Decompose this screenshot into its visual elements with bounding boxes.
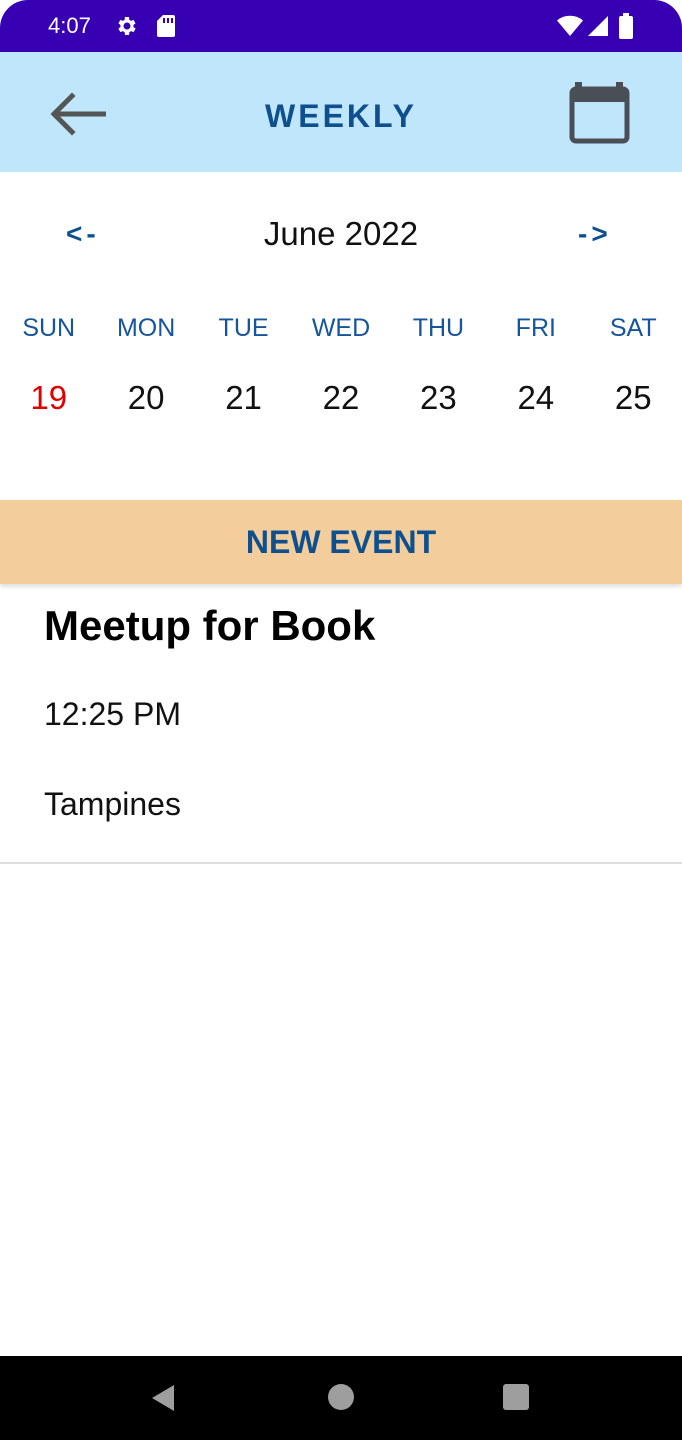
date-cell[interactable]: 23: [390, 375, 487, 423]
weekday-wed: WED: [311, 314, 371, 342]
date-cell[interactable]: 20: [97, 375, 194, 423]
status-time: 4:07: [48, 13, 91, 38]
date-cell[interactable]: 22: [292, 375, 389, 423]
date-cell[interactable]: 21: [195, 375, 292, 423]
date-row: 19 20 21 22 23 24 25: [0, 375, 682, 423]
weekday-header-row: SUN MON TUE WED THU FRI SAT: [0, 310, 682, 346]
back-triangle-icon[interactable]: [148, 1382, 180, 1414]
weekday-sat: SAT: [609, 314, 657, 342]
weekday-thu: THU: [412, 314, 465, 342]
event-title: Meetup for Book: [44, 602, 376, 649]
date-cell[interactable]: 25: [585, 375, 682, 423]
weekday-fri: FRI: [515, 314, 556, 342]
status-bar: 4:07: [0, 0, 682, 52]
calendar-icon[interactable]: [567, 80, 633, 146]
sd-card-icon: [157, 15, 175, 37]
gear-icon: [118, 17, 136, 35]
app-bar: WEEKLY: [0, 52, 682, 172]
weekday-tue: TUE: [218, 314, 269, 342]
weekday-mon: MON: [116, 314, 176, 342]
event-time: 12:25 PM: [44, 696, 181, 732]
system-nav-bar: [0, 1356, 682, 1440]
wifi-icon: [557, 15, 583, 36]
date-cell[interactable]: 24: [487, 375, 584, 423]
signal-icon: [588, 16, 608, 36]
event-list-item[interactable]: Meetup for Book 12:25 PM Tampines: [0, 584, 682, 864]
event-location: Tampines: [44, 786, 181, 822]
new-event-button[interactable]: NEW EVENT: [0, 500, 682, 584]
month-navigator: <- June 2022 ->: [0, 206, 682, 262]
date-cell[interactable]: 19: [0, 375, 97, 423]
next-week-button[interactable]: ->: [578, 214, 612, 254]
battery-icon: [619, 13, 633, 39]
home-circle-icon[interactable]: [326, 1382, 356, 1412]
weekday-sun: SUN: [22, 314, 76, 342]
recents-square-icon[interactable]: [502, 1383, 530, 1411]
